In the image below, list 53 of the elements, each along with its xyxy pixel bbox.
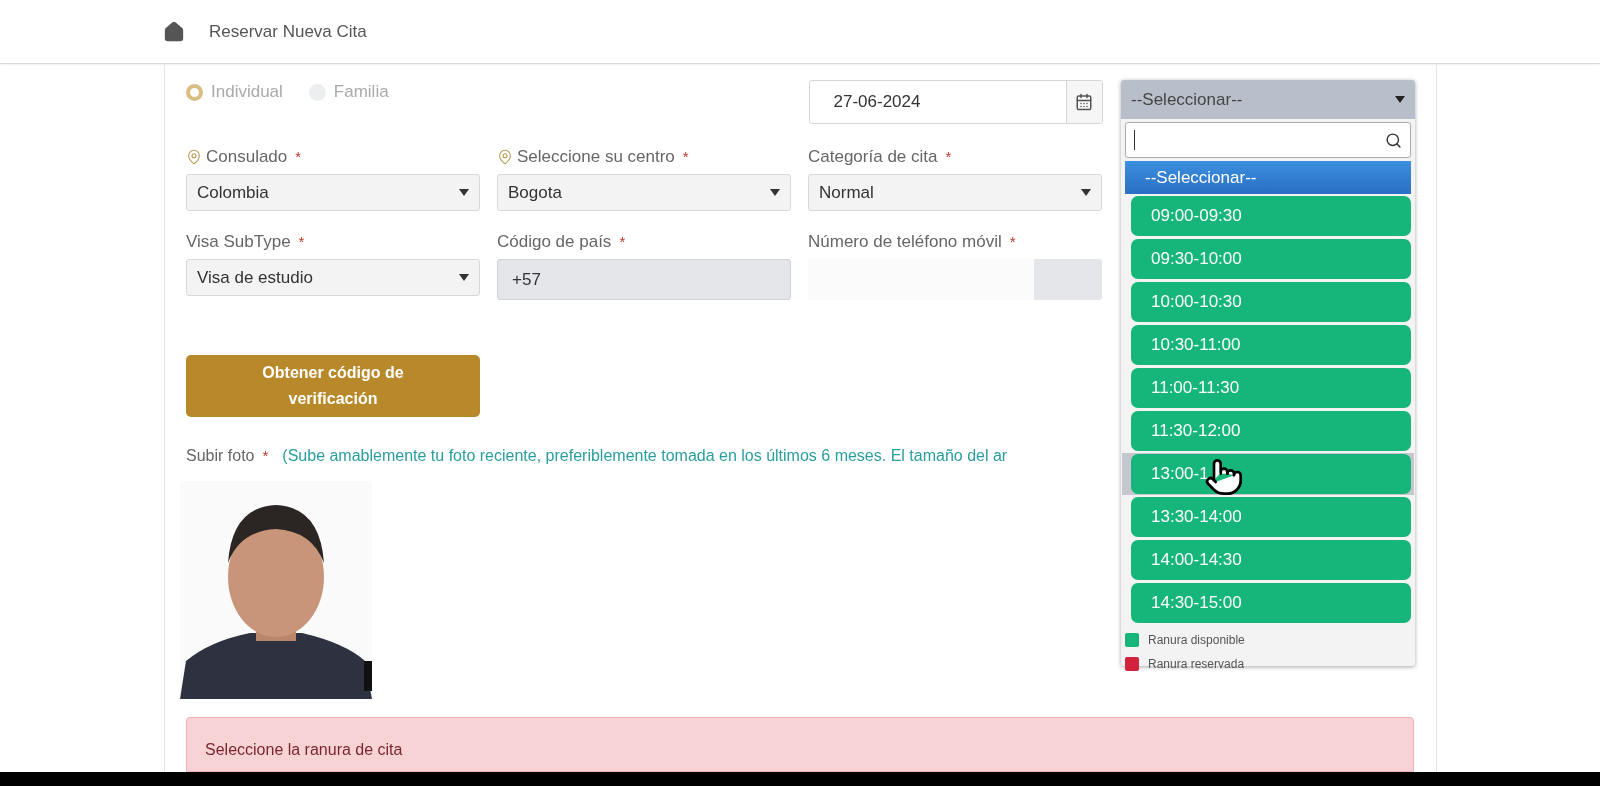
home-icon[interactable] [163, 20, 185, 43]
time-slot-option[interactable]: 14:30-15:00 [1131, 583, 1411, 623]
select-field[interactable]: Normal [808, 174, 1102, 211]
required-asterisk: * [1009, 231, 1016, 252]
field-label: Número de teléfono móvil [808, 231, 1002, 254]
select-field[interactable]: --Seleccionar-- [1121, 80, 1415, 119]
required-asterisk: * [619, 231, 626, 252]
caret-icon [770, 189, 780, 196]
time-slot-option[interactable]: 11:00-11:30 [1131, 368, 1411, 408]
required-asterisk: * [262, 445, 269, 466]
date-field[interactable]: 27-06-2024 [808, 80, 1103, 124]
required-asterisk: * [295, 146, 302, 167]
input-field[interactable]: +57 [497, 259, 791, 300]
input-field[interactable] [808, 259, 1102, 300]
time-slot-option[interactable]: 11:30-12:00 [1131, 411, 1411, 451]
time-slot-option[interactable]: 09:00-09:30 [1131, 196, 1411, 236]
time-slot-option[interactable]: 13:00-1 [1131, 454, 1411, 494]
caret-icon [459, 274, 469, 281]
field-label: Código de país [497, 231, 612, 254]
verification-button[interactable]: Obtener código de verificación [186, 355, 480, 418]
required-asterisk: * [945, 146, 952, 167]
field-label: Visa SubType [186, 231, 291, 254]
legend-label: Ranura disponible [1148, 632, 1245, 649]
time-slot-option[interactable]: 14:00-14:30 [1131, 540, 1411, 580]
required-asterisk: * [298, 231, 305, 252]
radio-label: Individual [211, 81, 283, 104]
select-field[interactable]: Visa de estudio [186, 259, 480, 296]
required-asterisk: * [682, 146, 689, 167]
field-label: Subir foto [186, 446, 255, 467]
search-field[interactable] [1125, 122, 1411, 158]
time-slot-option[interactable]: 10:30-11:00 [1131, 325, 1411, 365]
search-icon [1385, 131, 1402, 149]
time-slot-option[interactable]: 13:30-14:00 [1131, 497, 1411, 537]
field-label: Categoría de cita [808, 146, 938, 169]
photo-hint: (Sube amablemente tu foto reciente, preferiblemente tomada en los últimos 6 meses. El tamaño del ar [282, 446, 1008, 467]
radio-label: Familia [333, 81, 389, 104]
radio-button[interactable] [186, 83, 203, 101]
time-slot-option[interactable]: 09:30-10:00 [1131, 239, 1411, 279]
select-field[interactable]: Bogota [497, 174, 791, 211]
caret-icon [1395, 96, 1405, 103]
dropdown-option[interactable]: --Seleccionar-- [1125, 161, 1411, 194]
page-title: Reservar Nueva Cita [209, 20, 367, 43]
legend-label: Ranura reservada [1148, 656, 1245, 673]
select-field[interactable]: Colombia [186, 174, 480, 211]
map-pin-icon [186, 149, 202, 165]
field-label: Seleccione su centro [517, 146, 675, 169]
map-pin-icon [497, 149, 513, 165]
field-label: Consulado [206, 146, 288, 169]
caret-icon [1081, 189, 1091, 196]
calendar-icon[interactable] [1075, 93, 1094, 111]
caret-icon [459, 189, 469, 196]
time-slot-option[interactable]: 10:00-10:30 [1131, 282, 1411, 322]
alert-message: Seleccione la ranura de cita [205, 741, 403, 759]
